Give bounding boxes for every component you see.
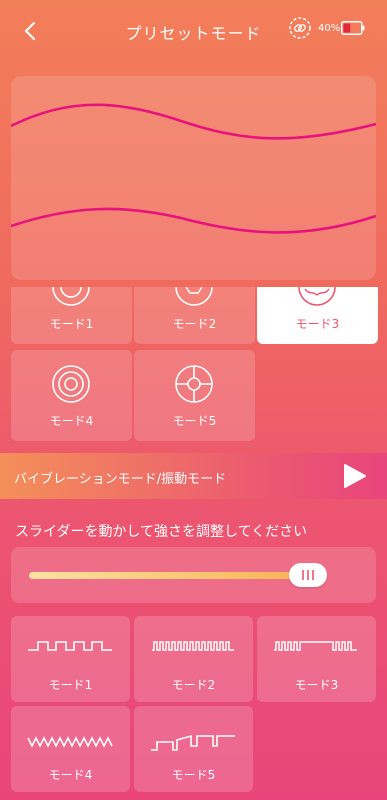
intensity-slider-track[interactable] [29,572,312,579]
preset-mode-label: モード1 [49,317,94,331]
preset-mode-label: モード4 [49,414,94,428]
preset-mode-label: モード3 [295,317,340,331]
vibration-mode-label: モード1 [48,678,93,692]
vibration-mode-5[interactable]: モード5 [134,706,253,792]
vibration-mode-3[interactable]: モード3 [257,616,376,702]
battery-percent: 40% [318,23,341,34]
vibration-mode-2[interactable]: モード2 [134,616,253,702]
preset-mode-2[interactable]: モード2 [134,287,255,344]
vibration-mode-bar[interactable]: バイブレーションモード/振動モード [0,453,387,499]
waveform-preview [11,103,376,234]
vibration-mode-4[interactable]: モード4 [11,706,130,792]
preset-mode-1[interactable]: モード1 [11,287,132,344]
preset-mode-3[interactable]: モード3 [257,287,378,344]
preset-mode-label: モード5 [172,414,217,428]
preset-mode-5[interactable]: モード5 [134,350,255,441]
preset-mode-4[interactable]: モード4 [11,350,132,441]
vibration-mode-label: モード2 [171,678,216,692]
vibration-mode-title: バイブレーションモード/振動モード [14,472,227,487]
link-icon[interactable] [289,17,311,39]
vibration-mode-1[interactable]: モード1 [11,616,130,702]
play-icon[interactable] [340,462,368,490]
vibration-mode-label: モード5 [171,768,216,782]
grip-lines-icon [302,570,314,580]
preset-mode-grid: モード1 モード2 モード3 モード4 モード5 [0,287,387,442]
vibration-mode-label: モード3 [294,678,339,692]
vibration-mode-grid: モード1 モード2 モード3 モード4 モード5 [0,616,387,800]
preset-mode-label: モード2 [172,317,217,331]
mode-preview-panel [11,76,376,280]
slider-instruction: スライダーを動かして強さを調整してください [15,524,308,540]
vibration-mode-label: モード4 [48,768,93,782]
header-bar: プリセットモード 40% [0,0,387,62]
intensity-slider-thumb[interactable] [289,563,327,587]
battery-icon [341,21,365,35]
